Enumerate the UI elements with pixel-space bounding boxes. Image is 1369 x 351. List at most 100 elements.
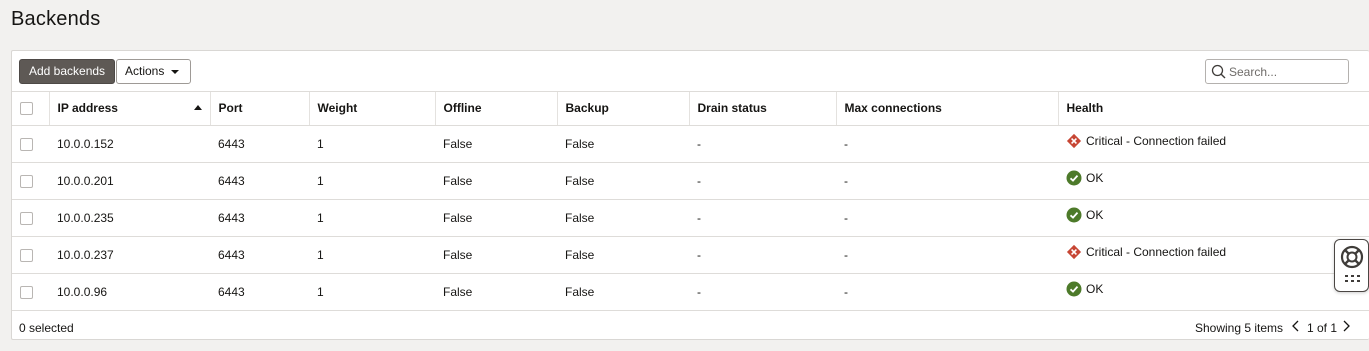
row-checkbox[interactable] [20, 137, 33, 151]
ok-status-icon [1066, 281, 1082, 297]
cell-health: Critical - Connection failed [1058, 236, 1369, 274]
table-row[interactable]: 10.0.0.235 6443 1 False False - - OK [12, 199, 1369, 237]
next-page-button[interactable] [1341, 319, 1351, 338]
health-status: OK [1066, 281, 1361, 297]
table-header-row: IP address Port Weight Offline Backup Dr… [12, 92, 1369, 126]
cell-health: OK [1058, 162, 1369, 200]
items-count: Showing 5 items [1195, 320, 1284, 335]
row-select-cell [12, 199, 49, 237]
cell-port: 6443 [210, 273, 309, 311]
health-label: OK [1086, 171, 1104, 185]
health-label: Critical - Connection failed [1086, 245, 1227, 259]
column-header-drain-status[interactable]: Drain status [689, 92, 837, 126]
cell-weight: 1 [309, 273, 435, 311]
health-status: Critical - Connection failed [1066, 244, 1361, 260]
chevron-left-icon [1292, 320, 1299, 331]
cell-backup: False [557, 236, 689, 274]
cell-offline: False [435, 273, 557, 311]
help-widget[interactable] [1334, 239, 1369, 292]
cell-drain-status: - [689, 199, 836, 237]
cell-offline: False [435, 125, 557, 163]
table-row[interactable]: 10.0.0.237 6443 1 False False - - Critical - Co… [12, 236, 1369, 274]
select-all-cell [12, 92, 50, 126]
cell-ip-address: 10.0.0.237 [49, 236, 210, 274]
cell-offline: False [435, 199, 557, 237]
cell-backup: False [557, 125, 689, 163]
health-status: OK [1066, 170, 1361, 186]
cell-port: 6443 [210, 236, 309, 274]
cell-weight: 1 [309, 162, 435, 200]
cell-ip-address: 10.0.0.235 [49, 199, 210, 237]
actions-menu-button[interactable]: Actions [116, 59, 191, 84]
cell-weight: 1 [309, 199, 435, 237]
search-input[interactable] [1229, 62, 1344, 81]
cell-backup: False [557, 273, 689, 311]
cell-port: 6443 [210, 125, 309, 163]
cell-ip-address: 10.0.0.201 [49, 162, 210, 200]
cell-drain-status: - [689, 273, 836, 311]
health-label: Critical - Connection failed [1086, 134, 1227, 148]
page-title: Backends [11, 8, 101, 30]
cell-max-connections: - [836, 199, 1058, 237]
cell-health: Critical - Connection failed [1058, 125, 1369, 163]
lifebuoy-icon [1340, 245, 1364, 269]
cell-port: 6443 [210, 162, 309, 200]
table-footer: 0 selected Showing 5 items 1 of 1 [12, 311, 1369, 343]
row-select-cell [12, 125, 49, 163]
chevron-down-icon [171, 70, 179, 74]
row-select-cell [12, 273, 49, 311]
row-checkbox[interactable] [20, 174, 33, 188]
health-status: Critical - Connection failed [1066, 133, 1361, 149]
health-label: OK [1086, 208, 1104, 222]
select-all-checkbox[interactable] [20, 102, 33, 116]
column-header-max-connections[interactable]: Max connections [836, 92, 1059, 126]
search-box[interactable] [1205, 59, 1349, 84]
row-checkbox[interactable] [20, 248, 33, 262]
health-label: OK [1086, 282, 1104, 296]
app-grid-icon [1345, 275, 1360, 282]
cell-ip-address: 10.0.0.152 [49, 125, 210, 163]
column-header-ip-address[interactable]: IP address [49, 92, 211, 126]
actions-label: Actions [125, 64, 165, 78]
cell-backup: False [557, 162, 689, 200]
ok-status-icon [1066, 207, 1082, 223]
column-header-offline[interactable]: Offline [435, 92, 558, 126]
search-icon [1211, 64, 1226, 79]
table-row[interactable]: 10.0.0.96 6443 1 False False - - OK [12, 273, 1369, 311]
cell-ip-address: 10.0.0.96 [49, 273, 210, 311]
row-checkbox[interactable] [20, 211, 33, 225]
cell-offline: False [435, 236, 557, 274]
column-header-port[interactable]: Port [210, 92, 310, 126]
cell-drain-status: - [689, 236, 836, 274]
chevron-right-icon [1343, 320, 1350, 331]
critical-status-icon [1066, 244, 1082, 260]
sort-ascending-icon[interactable] [193, 105, 202, 111]
previous-page-button[interactable] [1291, 319, 1301, 338]
row-checkbox[interactable] [20, 285, 33, 299]
row-select-cell [12, 236, 49, 274]
selected-count: 0 selected [19, 320, 74, 335]
cell-drain-status: - [689, 162, 836, 200]
cell-max-connections: - [836, 125, 1058, 163]
cell-port: 6443 [210, 199, 309, 237]
cell-max-connections: - [836, 236, 1058, 274]
health-status: OK [1066, 207, 1361, 223]
backends-panel: Add backends Actions IP address [11, 50, 1369, 340]
cell-max-connections: - [836, 162, 1058, 200]
column-header-weight[interactable]: Weight [309, 92, 436, 126]
cell-weight: 1 [309, 236, 435, 274]
table-row[interactable]: 10.0.0.201 6443 1 False False - - OK [12, 162, 1369, 200]
table-toolbar: Add backends Actions [12, 51, 1369, 92]
backends-table: IP address Port Weight Offline Backup Dr… [12, 92, 1369, 311]
cell-offline: False [435, 162, 557, 200]
cell-backup: False [557, 199, 689, 237]
cell-health: OK [1058, 199, 1369, 237]
column-header-health[interactable]: Health [1058, 92, 1369, 126]
critical-status-icon [1066, 133, 1082, 149]
cell-drain-status: - [689, 125, 836, 163]
column-header-backup[interactable]: Backup [557, 92, 690, 126]
table-row[interactable]: 10.0.0.152 6443 1 False False - - Critical - Co… [12, 125, 1369, 163]
page-indicator: 1 of 1 [1307, 320, 1338, 335]
cell-weight: 1 [309, 125, 435, 163]
add-backends-button[interactable]: Add backends [19, 59, 116, 84]
